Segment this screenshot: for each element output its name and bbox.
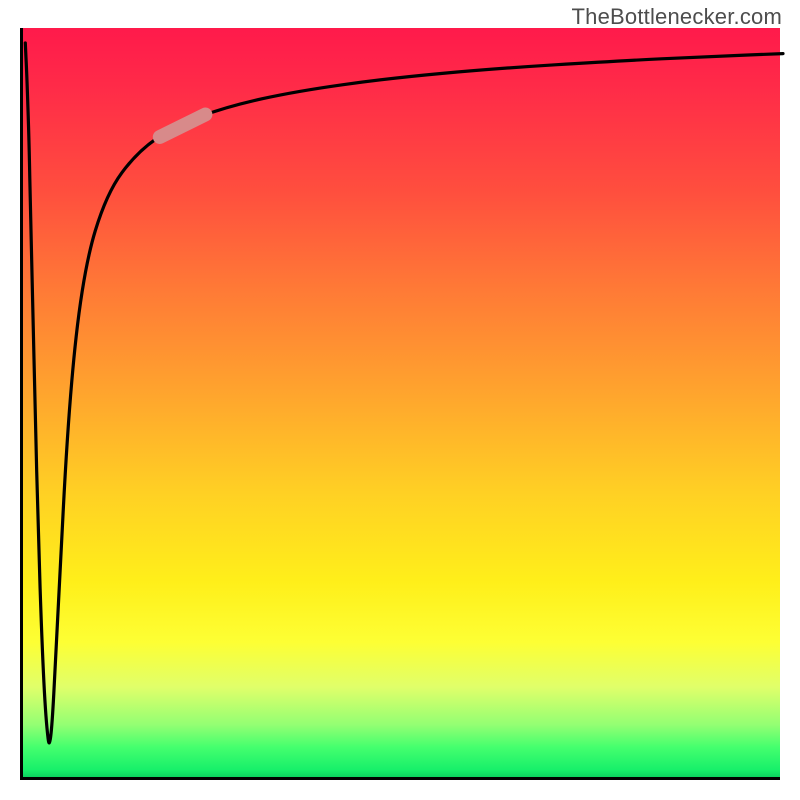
chart-plot-area: [20, 28, 780, 780]
bottleneck-curve-svg: [23, 28, 783, 780]
attribution-label: TheBottlenecker.com: [572, 4, 782, 30]
bottleneck-curve: [25, 43, 783, 743]
curve-highlight: [160, 115, 206, 138]
